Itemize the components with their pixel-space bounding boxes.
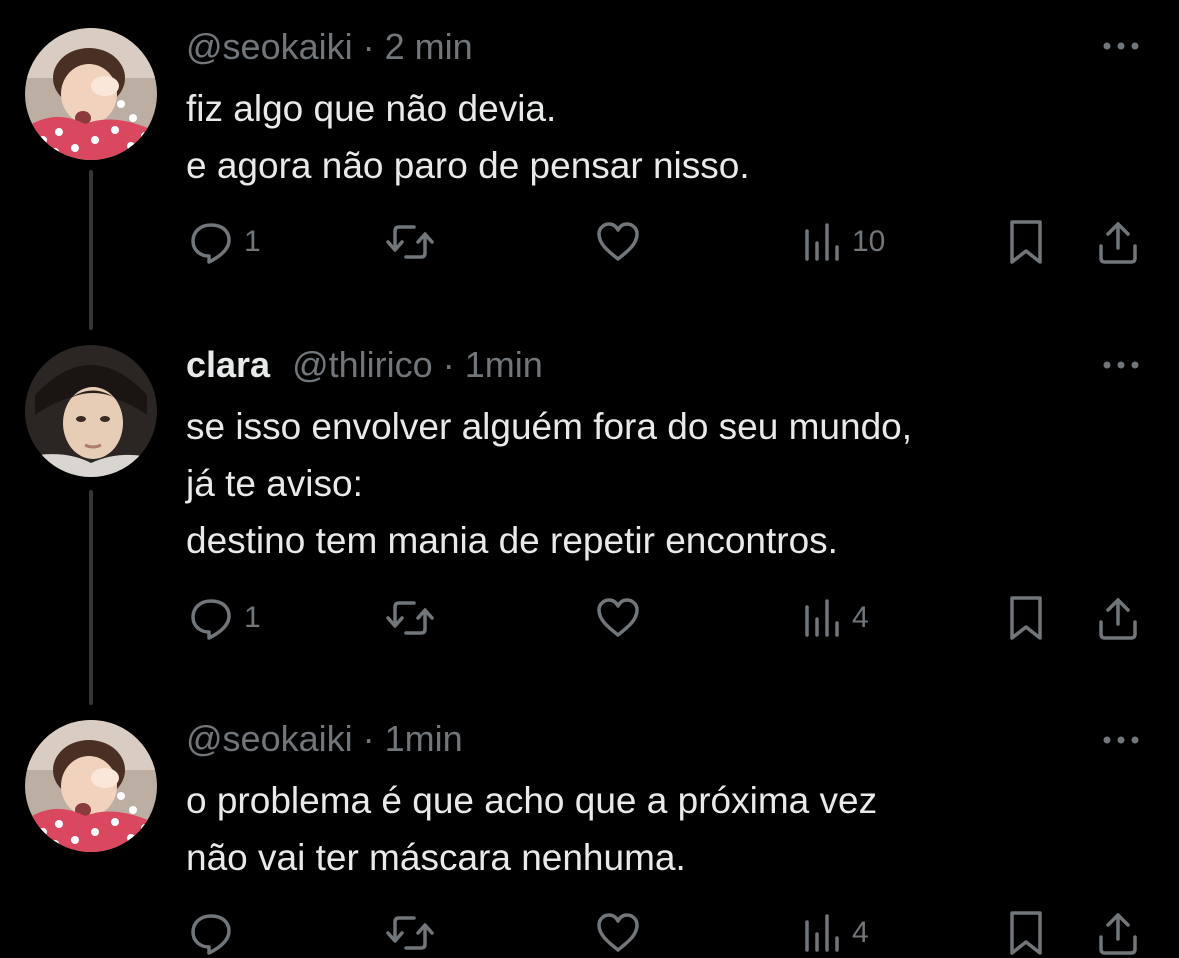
- bookmark-button[interactable]: [1006, 908, 1046, 958]
- more-icon[interactable]: [1099, 36, 1143, 56]
- reply-icon: [188, 595, 234, 641]
- avatar[interactable]: [25, 345, 157, 477]
- views-count: 4: [852, 916, 869, 949]
- retweet-button[interactable]: [384, 908, 446, 958]
- bookmark-button[interactable]: [1006, 593, 1046, 643]
- handle[interactable]: @thlirico: [292, 344, 433, 385]
- reply-button[interactable]: [188, 908, 244, 958]
- views-button[interactable]: 10: [802, 217, 885, 267]
- heart-icon: [594, 219, 642, 265]
- tweet-header: @seokaiki · 1min: [186, 717, 463, 761]
- retweet-icon: [384, 595, 436, 641]
- thread-line: [89, 490, 93, 705]
- tweet-text-line: o problema é que acho que a próxima vez: [186, 780, 878, 821]
- reply-count: 1: [244, 601, 261, 634]
- like-button[interactable]: [594, 217, 652, 267]
- separator: ·: [442, 344, 455, 385]
- bookmark-button[interactable]: [1006, 217, 1046, 267]
- reply-icon: [188, 219, 234, 265]
- views-icon: [802, 910, 842, 956]
- retweet-icon: [384, 910, 436, 956]
- handle[interactable]: @seokaiki: [186, 718, 353, 759]
- bookmark-icon: [1006, 594, 1046, 642]
- timestamp[interactable]: 2 min: [385, 26, 473, 67]
- retweet-button[interactable]: [384, 217, 446, 267]
- tweet-text-line: fiz algo que não devia.: [186, 88, 557, 129]
- views-icon: [802, 595, 842, 641]
- more-icon[interactable]: [1099, 730, 1143, 750]
- tweet-text: se isso envolver alguém fora do seu mund…: [186, 398, 912, 569]
- share-button[interactable]: [1096, 593, 1140, 643]
- tweet-header: @seokaiki · 2 min: [186, 25, 473, 69]
- heart-icon: [594, 910, 642, 956]
- thread-line: [89, 170, 93, 330]
- bookmark-icon: [1006, 218, 1046, 266]
- more-icon[interactable]: [1099, 355, 1143, 375]
- views-button[interactable]: 4: [802, 593, 869, 643]
- tweet-actions: 1 10: [186, 217, 1146, 267]
- avatar[interactable]: [25, 720, 157, 852]
- tweet-text-line: destino tem mania de repetir encontros.: [186, 520, 838, 561]
- like-button[interactable]: [594, 908, 652, 958]
- tweet-text-line: se isso envolver alguém fora do seu mund…: [186, 406, 913, 447]
- timestamp[interactable]: 1min: [385, 718, 463, 759]
- heart-icon: [594, 595, 642, 641]
- share-icon: [1096, 218, 1140, 266]
- timestamp[interactable]: 1min: [465, 344, 543, 385]
- share-button[interactable]: [1096, 217, 1140, 267]
- tweet-text-line: e agora não paro de pensar nisso.: [186, 145, 750, 186]
- tweet-text-line: não vai ter máscara nenhuma.: [186, 837, 686, 878]
- separator: ·: [362, 26, 375, 67]
- tweet-text: fiz algo que não devia. e agora não paro…: [186, 80, 750, 194]
- views-count: 4: [852, 601, 869, 634]
- share-button[interactable]: [1096, 908, 1140, 958]
- tweet-actions: 4: [186, 908, 1146, 958]
- display-name[interactable]: clara: [186, 344, 270, 385]
- like-button[interactable]: [594, 593, 652, 643]
- reply-button[interactable]: 1: [188, 593, 261, 643]
- separator: ·: [362, 718, 375, 759]
- views-button[interactable]: 4: [802, 908, 869, 958]
- views-icon: [802, 219, 842, 265]
- tweet-header: clara @thlirico · 1min: [186, 343, 543, 387]
- tweet-text-line: já te aviso:: [186, 463, 363, 504]
- tweet-text: o problema é que acho que a próxima vez …: [186, 772, 877, 886]
- reply-count: 1: [244, 225, 261, 258]
- reply-button[interactable]: 1: [188, 217, 261, 267]
- views-count: 10: [852, 225, 886, 258]
- retweet-button[interactable]: [384, 593, 446, 643]
- reply-icon: [188, 910, 234, 956]
- handle[interactable]: @seokaiki: [186, 26, 353, 67]
- avatar[interactable]: [25, 28, 157, 160]
- tweet-actions: 1 4: [186, 593, 1146, 643]
- retweet-icon: [384, 219, 436, 265]
- share-icon: [1096, 594, 1140, 642]
